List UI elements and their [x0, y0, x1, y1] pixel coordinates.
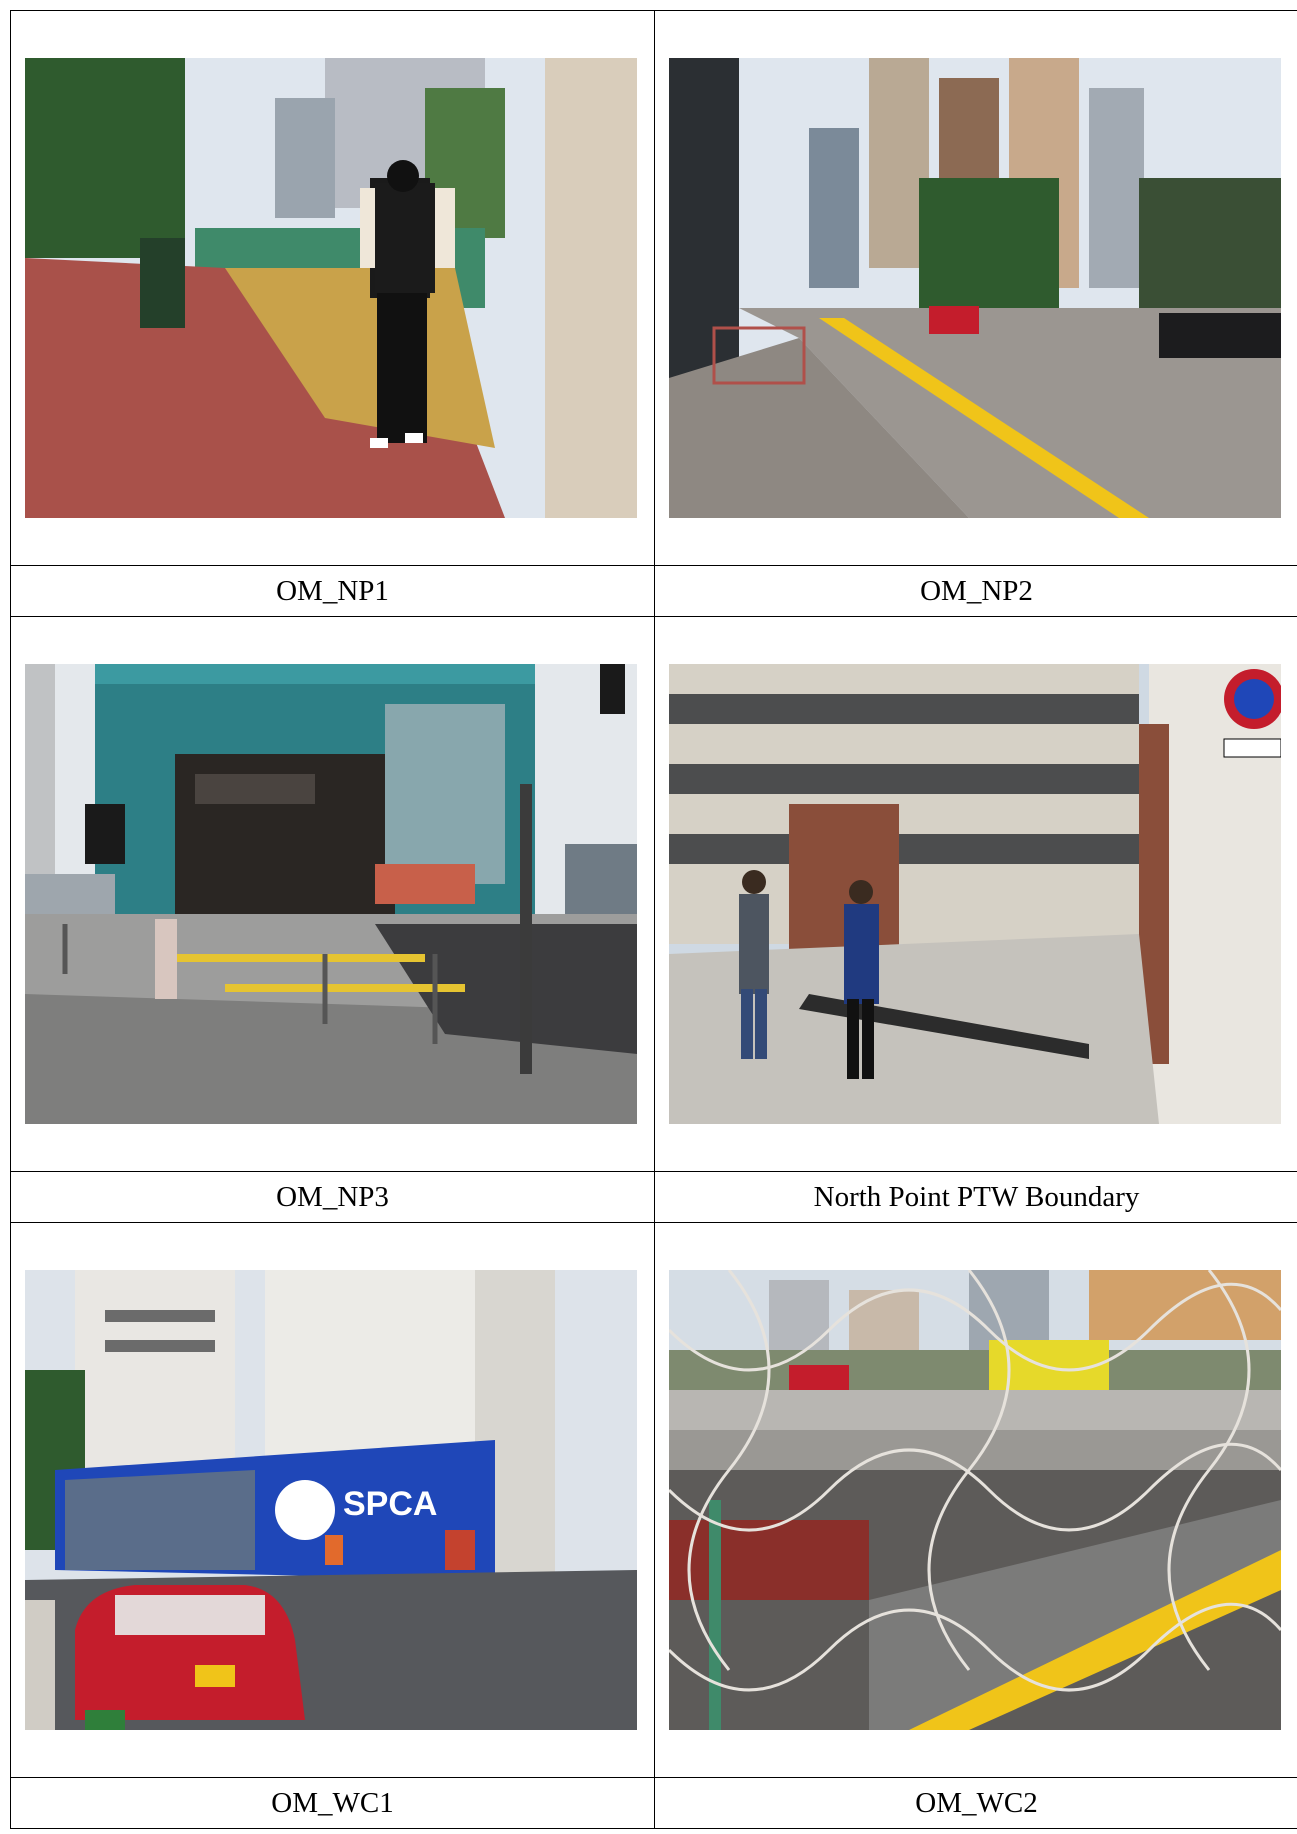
- photo-om-np2-image: [669, 58, 1281, 518]
- photo-cell-om-np1: [10, 10, 655, 566]
- photo-om-np3: [25, 664, 637, 1124]
- caption-om-np2: OM_NP2: [654, 565, 1297, 617]
- photo-om-wc1: SPCA: [25, 1270, 637, 1730]
- photo-cell-om-wc2: [654, 1222, 1297, 1778]
- photo-cell-om-np3: [10, 616, 655, 1172]
- caption-north-point-ptw-boundary: North Point PTW Boundary: [654, 1171, 1297, 1223]
- photo-om-wc2-image: [669, 1270, 1281, 1730]
- photo-north-point-ptw-boundary-image: [669, 664, 1281, 1124]
- spca-sign-text: SPCA: [343, 1485, 437, 1523]
- caption-om-wc1: OM_WC1: [10, 1777, 655, 1829]
- photo-north-point-ptw-boundary: [669, 664, 1281, 1124]
- photo-om-wc1-image: SPCA: [25, 1270, 637, 1730]
- photo-om-wc2: [669, 1270, 1281, 1730]
- photo-cell-north-point-ptw-boundary: [654, 616, 1297, 1172]
- photo-cell-om-wc1: SPCA: [10, 1222, 655, 1778]
- photo-table: OM_NP1 OM_NP2 OM_NP3 North Point PTW Bou…: [10, 10, 1297, 1829]
- caption-om-wc2: OM_WC2: [654, 1777, 1297, 1829]
- photo-cell-om-np2: [654, 10, 1297, 566]
- photo-om-np3-image: [25, 664, 637, 1124]
- caption-om-np3: OM_NP3: [10, 1171, 655, 1223]
- caption-om-np1: OM_NP1: [10, 565, 655, 617]
- photo-om-np1: [25, 58, 637, 518]
- photo-om-np2: [669, 58, 1281, 518]
- photo-om-np1-image: [25, 58, 637, 518]
